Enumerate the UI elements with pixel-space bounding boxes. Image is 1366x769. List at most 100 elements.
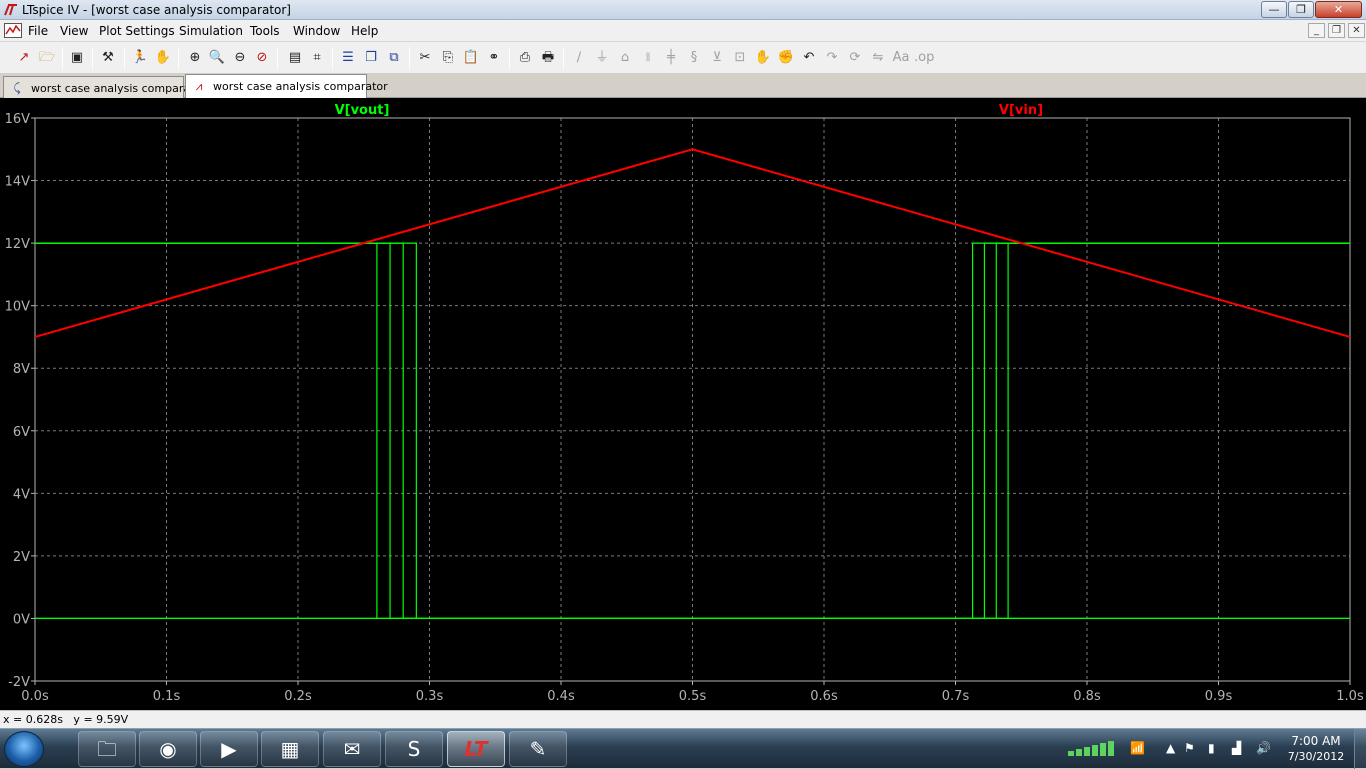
volume-icon[interactable]: 🔊 [1256,739,1271,757]
wire-icon[interactable]: ∕ [569,48,589,68]
spice-directive-icon[interactable]: .op [914,48,934,68]
x-tick-label: 0.2s [284,689,312,704]
mirror-icon[interactable]: ⇋ [868,48,888,68]
taskbar-ltspice[interactable]: LT [447,731,505,767]
minimize-button[interactable]: — [1261,1,1287,18]
add-trace-icon[interactable]: ⌗ [307,48,327,68]
save-icon[interactable]: ▣ [67,48,87,68]
toolbar-separator [92,47,93,69]
status-bar: x = 0.628s y = 9.59V [0,710,1366,728]
zoom-in-icon[interactable]: ⊕ [185,48,205,68]
ground-icon[interactable]: ⏚ [592,48,612,68]
tab-waveform[interactable]: ⩘ worst case analysis comparator [185,74,388,98]
rotate-icon[interactable]: ⟳ [845,48,865,68]
waveform-tab-icon: ⩘ [195,79,203,93]
y-tick-label: 14V [5,175,31,190]
halt-icon[interactable]: ✋ [153,48,173,68]
copy-icon[interactable]: ⎘ [438,48,458,68]
network-icon[interactable]: ▟ [1232,739,1241,757]
taskbar-firefox[interactable]: ◉ [139,731,197,767]
tab-schematic[interactable]: ⤹ worst case analysis comparator [3,76,206,98]
control-panel-icon[interactable]: ⚒ [98,48,118,68]
wireless-icon[interactable]: 📶 [1130,739,1145,757]
menu-plot-settings[interactable]: Plot Settings [99,24,175,38]
toolbar-separator [124,47,125,69]
taskbar-explorer[interactable]: 🗀 [78,731,136,767]
toolbar: ↗ 🗁 ▣ ⚒ 🏃 ✋ ⊕ 🔍 ⊖ ⊘ ▤ ⌗ ☰ ❐ ⧉ ✂ ⎘ 📋 ⚭ ⎙ … [0,42,1366,74]
y-tick-label: 16V [5,112,31,127]
menu-help[interactable]: Help [351,24,378,38]
action-center-flag-icon[interactable]: ⚑ [1184,739,1195,757]
cascade-icon[interactable]: ❐ [361,48,381,68]
taskbar-outlook[interactable]: ✉ [323,731,381,767]
y-tick-label: 8V [13,362,30,377]
start-button[interactable] [4,731,44,767]
clock-time[interactable]: 7:00 AM [1290,734,1342,748]
cancel-zoom-icon[interactable]: ⊘ [252,48,272,68]
title-bar: LTspice IV - [worst case analysis compar… [0,0,1366,20]
mdi-close-button[interactable]: ✕ [1348,23,1365,38]
menu-file[interactable]: File [28,24,48,38]
inductor-icon[interactable]: § [684,48,704,68]
find-icon[interactable]: ⚭ [484,48,504,68]
taskbar-skype[interactable]: S [385,731,443,767]
signal-meter-icon[interactable] [1068,739,1124,757]
y-tick-label: 12V [5,237,31,252]
zoom-out-icon[interactable]: ⊖ [230,48,250,68]
schematic-tab-icon: ⤹ [13,81,21,95]
print-preview-icon[interactable]: ⎙ [515,48,535,68]
diode-icon[interactable]: ⊻ [707,48,727,68]
clock-date[interactable]: 7/30/2012 [1286,750,1346,763]
tile-horizontal-icon[interactable]: ☰ [338,48,358,68]
menu-simulation[interactable]: Simulation [179,24,243,38]
x-tick-label: 0.7s [942,689,970,704]
show-hidden-icons-icon[interactable]: ▲ [1166,739,1175,757]
maximize-button[interactable]: ❐ [1288,1,1314,18]
zoom-full-icon[interactable]: 🔍 [207,48,227,68]
paste-icon[interactable]: 📋 [461,48,481,68]
toolbar-separator [509,47,510,69]
taskbar-calculator[interactable]: ▦ [261,731,319,767]
y-tick-label: -2V [8,675,30,690]
close-button[interactable]: ✕ [1315,1,1362,18]
ltspice-logo-icon [4,4,17,16]
component-icon[interactable]: ⊡ [730,48,750,68]
undo-icon[interactable]: ↶ [799,48,819,68]
close-all-icon[interactable]: ⧉ [384,48,404,68]
cursor-readout: x = 0.628s y = 9.59V [3,713,129,726]
new-schematic-icon[interactable]: ↗ [14,48,34,68]
x-tick-label: 1.0s [1336,689,1364,704]
menu-window[interactable]: Window [293,24,340,38]
trace-label-vin[interactable]: V[vin] [999,103,1043,118]
drag-icon[interactable]: ✊ [776,48,796,68]
mdi-minimize-button[interactable]: _ [1308,23,1325,38]
redo-icon[interactable]: ↷ [822,48,842,68]
autorange-icon[interactable]: ▤ [285,48,305,68]
x-tick-label: 0.8s [1073,689,1101,704]
mdi-restore-button[interactable]: ❐ [1328,23,1345,38]
capacitor-icon[interactable]: ╪ [661,48,681,68]
show-desktop-button[interactable] [1354,729,1366,769]
move-icon[interactable]: ✋ [753,48,773,68]
cut-icon[interactable]: ✂ [415,48,435,68]
text-icon[interactable]: Aa [891,48,911,68]
taskbar-media-player[interactable]: ▶ [200,731,258,767]
menu-view[interactable]: View [60,24,88,38]
run-icon[interactable]: 🏃 [130,48,150,68]
toolbar-separator [277,47,278,69]
x-tick-label: 0.3s [416,689,444,704]
trace-label-vout[interactable]: V[vout] [335,103,390,118]
toolbar-separator [62,47,63,69]
open-icon[interactable]: 🗁 [37,48,57,68]
print-icon[interactable]: 🖶 [538,48,558,68]
power-icon[interactable]: ▮ [1208,739,1215,757]
x-tick-label: 0.6s [810,689,838,704]
label-icon[interactable]: ⌂ [615,48,635,68]
y-tick-label: 6V [13,425,30,440]
waveform-viewer[interactable]: -2V 0V 2V 4V 6V 8V 10V 12V 14V 16V 0.0s 0.1s 0.2s 0.3… [0,98,1366,710]
menu-tools[interactable]: Tools [250,24,280,38]
waveform-plot[interactable]: -2V 0V 2V 4V 6V 8V 10V 12V 14V 16V 0.0s 0.1s 0.2s 0.3… [0,98,1366,710]
resistor-icon[interactable]: ⧛ [638,48,658,68]
taskbar-paint[interactable]: ✎ [509,731,567,767]
x-tick-label: 0.5s [679,689,707,704]
